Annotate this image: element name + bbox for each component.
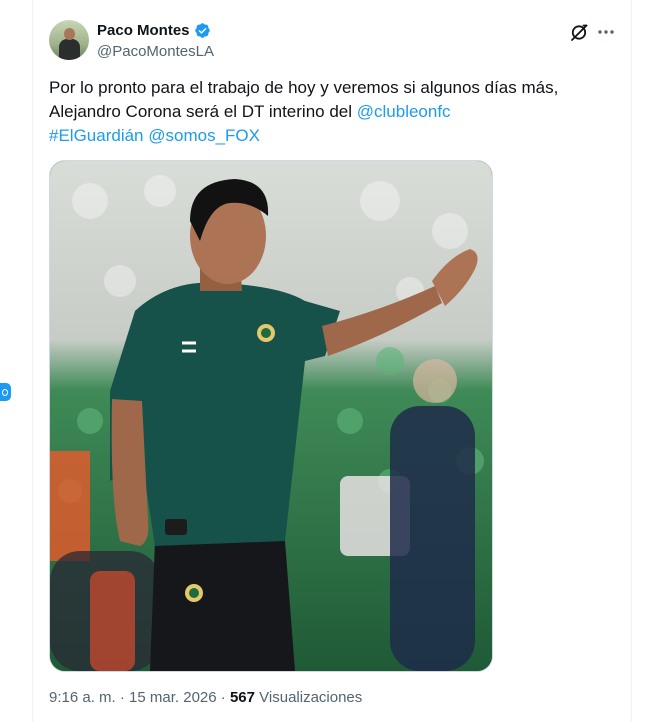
- tweet-meta: 9:16 a. m. · 15 mar. 2026 · 567 Visualiz…: [49, 689, 362, 706]
- side-tab-icon[interactable]: [0, 383, 11, 401]
- more-dots-icon[interactable]: [595, 22, 617, 42]
- author-name[interactable]: Paco Montes: [97, 22, 190, 39]
- tweet-time[interactable]: 9:16 a. m.: [49, 689, 116, 706]
- mention-clubleonfc-link[interactable]: @clubleonfc: [357, 102, 451, 121]
- photo-coach-pointing-icon: [50, 161, 492, 671]
- tweet-card: Paco Montes @PacoMontesLA Por lo pronto …: [32, 0, 632, 722]
- avatar[interactable]: [49, 20, 89, 60]
- author-handle[interactable]: @PacoMontesLA: [97, 43, 214, 60]
- tweet-line-3: #ElGuardián @somos_FOX: [49, 124, 609, 148]
- verified-badge-icon: [194, 23, 210, 38]
- grok-icon[interactable]: [569, 22, 589, 42]
- views-label: Visualizaciones: [259, 689, 363, 706]
- tweet-text: Por lo pronto para el trabajo de hoy y v…: [49, 76, 609, 148]
- tweet-date[interactable]: 15 mar. 2026: [129, 689, 217, 706]
- tweet-line-1: Por lo pronto para el trabajo de hoy y v…: [49, 78, 559, 97]
- tweet-line-2: Alejandro Corona será el DT interino del…: [49, 100, 609, 124]
- mention-somos-fox-link[interactable]: @somos_FOX: [148, 126, 260, 145]
- meta-separator: ·: [115, 689, 130, 706]
- tweet-photo[interactable]: [49, 160, 493, 672]
- meta-separator-2: ·: [216, 689, 230, 706]
- author-row: Paco Montes: [97, 22, 211, 39]
- hashtag-link[interactable]: #ElGuardián: [49, 126, 144, 145]
- tweet-line-2-text: Alejandro Corona será el DT interino del: [49, 102, 357, 121]
- views-count: 567: [229, 689, 255, 706]
